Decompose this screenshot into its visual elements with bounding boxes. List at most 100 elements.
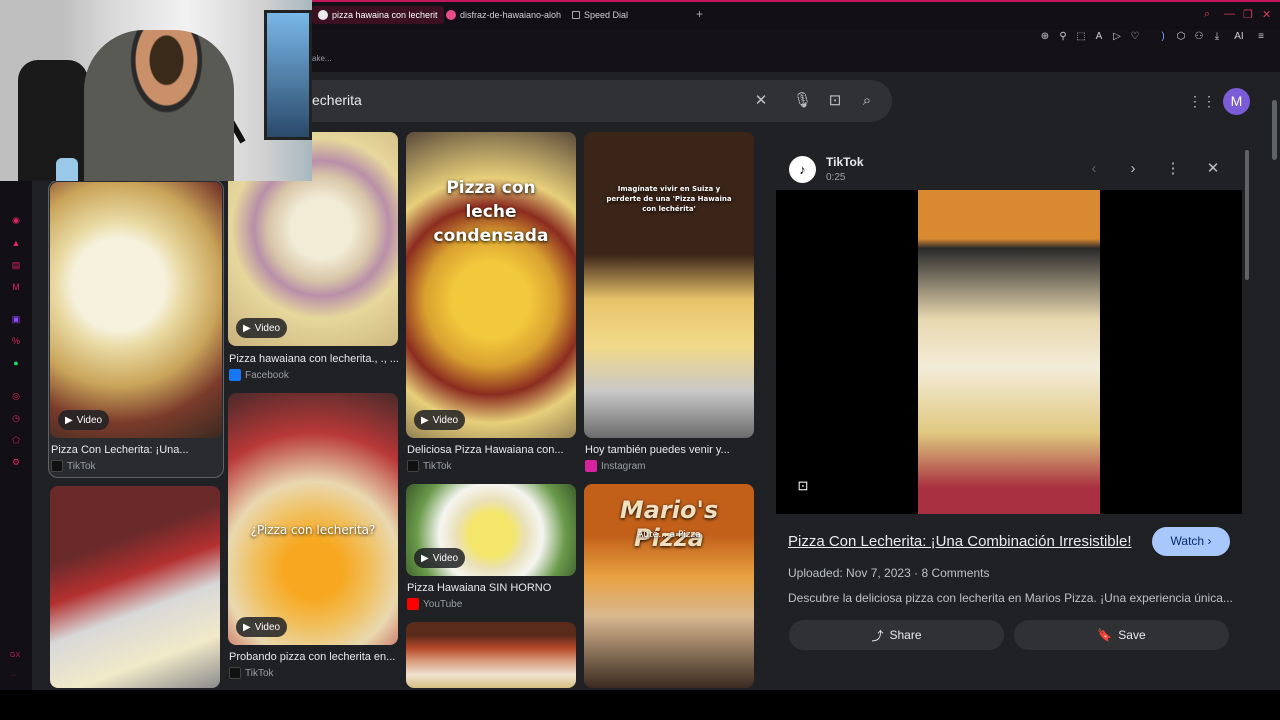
result-thumbnail-1[interactable]: ▶ Video — [50, 182, 222, 438]
preview-source[interactable]: TikTok — [826, 155, 864, 169]
result-thumbnail-6[interactable]: ▶ Video — [406, 484, 576, 576]
next-icon[interactable]: › — [1124, 160, 1142, 178]
new-tab-button[interactable]: + — [696, 8, 706, 20]
history-icon[interactable]: ◷ — [10, 412, 22, 424]
minimize-icon[interactable]: — — [1224, 8, 1235, 20]
play-icon: ▶ — [421, 414, 429, 426]
ai-icon[interactable]: AI — [1229, 31, 1249, 43]
tab-pizza-hawaina[interactable]: pizza hawaina con lecherit — [312, 6, 444, 24]
result-thumbnail-3[interactable]: Pizza con leche condensada ▶ Video — [406, 132, 576, 438]
watch-button[interactable]: Watch › — [1152, 527, 1230, 556]
preview-description: Descubre la deliciosa pizza con lecherit… — [788, 591, 1233, 605]
zoom-icon[interactable]: ⊕ — [1039, 31, 1051, 43]
instagram-icon — [585, 460, 597, 472]
lens-icon[interactable]: ⊡ — [826, 92, 844, 110]
result-source-5: TikTok — [229, 667, 274, 679]
tab-disfraz[interactable]: disfraz-de-hawaiano-aloh — [440, 6, 567, 24]
download-icon[interactable]: ⤓ — [1211, 31, 1223, 43]
play-icon[interactable]: ▷ — [1111, 31, 1123, 43]
chat-icon[interactable]: ▤ — [10, 259, 22, 271]
result-thumbnail-4[interactable]: Imagínate vivir en Suiza y perderte de u… — [584, 132, 754, 438]
result-title-5[interactable]: Probando pizza con lecherita en... — [229, 651, 399, 663]
share-button[interactable]: ⤴ Share — [789, 620, 1004, 650]
search-icon[interactable]: ⌕ — [858, 92, 876, 110]
avatar[interactable]: M — [1223, 88, 1250, 115]
twitch-icon[interactable]: ▣ — [10, 313, 22, 325]
close-icon[interactable]: ✕ — [1204, 160, 1222, 178]
previous-icon[interactable]: ‹ — [1085, 160, 1103, 178]
result-title-1[interactable]: Pizza Con Lecherita: ¡Una... — [51, 444, 221, 456]
audio-icon[interactable]: ) — [1157, 31, 1169, 43]
result-source-1: TikTok — [51, 460, 96, 472]
thumbnail-overlay-text: ¿Pizza con lecherita? — [250, 523, 376, 537]
streamer — [84, 30, 234, 181]
page-scrollbar-track — [1270, 72, 1280, 690]
google-favicon-icon — [318, 10, 328, 20]
result-title-2[interactable]: Pizza hawaiana con lecherita., ., ... — [229, 353, 399, 365]
aria-icon[interactable]: ▲ — [10, 237, 22, 249]
result-thumbnail-9[interactable]: Mario's Pizza Auté... a Pizza — [584, 484, 754, 688]
result-source-2: Facebook — [229, 369, 289, 381]
tab-speed-dial[interactable]: Speed Dial — [566, 6, 634, 24]
tiktok-icon — [407, 460, 419, 472]
tiktok-icon: ♪ — [789, 156, 816, 183]
clear-icon[interactable]: ✕ — [752, 92, 770, 110]
result-source-6: YouTube — [407, 598, 462, 610]
preview-meta: Uploaded: Nov 7, 2023 · 8 Comments — [788, 566, 990, 580]
thumbnail-overlay-text: Pizza con leche condensada — [433, 178, 549, 246]
bookmark-icon: 🔖 — [1097, 628, 1113, 642]
preview-video-frame[interactable] — [918, 190, 1100, 514]
tiktok-icon — [229, 667, 241, 679]
video-badge: ▶ Video — [414, 548, 466, 568]
apps-grid-icon[interactable]: ⋮⋮ — [1188, 93, 1216, 109]
result-source-3: TikTok — [407, 460, 452, 472]
result-title-4[interactable]: Hoy también puedes venir y... — [585, 444, 755, 456]
close-window-icon[interactable]: ✕ — [1262, 8, 1271, 21]
play-icon: ▶ — [243, 322, 251, 334]
settings-icon[interactable]: ⚙ — [10, 456, 22, 468]
search-tabs-icon[interactable]: ⌕ — [1204, 8, 1210, 21]
heart-icon[interactable]: ♡ — [1129, 31, 1141, 43]
result-thumbnail-8[interactable] — [406, 622, 576, 688]
monitor — [264, 10, 312, 140]
video-badge: ▶ Video — [236, 318, 288, 338]
upload-date: Uploaded: Nov 7, 2023 — [788, 566, 911, 580]
percent-icon[interactable]: % — [10, 335, 22, 347]
gx-label: GX — [10, 652, 21, 659]
page-scrollbar[interactable] — [1272, 100, 1277, 160]
mic-icon[interactable]: 🎙 — [793, 92, 812, 110]
youtube-icon — [407, 598, 419, 610]
mail-icon[interactable]: M — [10, 281, 22, 293]
sign-text: Mario's Pizza — [619, 496, 719, 552]
extensions-sidebar-icon[interactable]: ⬠ — [10, 434, 22, 446]
result-thumbnail-7[interactable] — [50, 486, 220, 688]
preview-title-link[interactable]: Pizza Con Lecherita: ¡Una Combinación Ir… — [788, 533, 1131, 550]
extensions-icon[interactable]: ⬡ — [1175, 31, 1187, 43]
more-options-icon[interactable]: ⋮ — [1164, 160, 1182, 178]
snapshot-icon[interactable]: ⬚ — [1075, 31, 1087, 43]
profile-icon[interactable]: ⚇ — [1193, 31, 1205, 43]
result-title-6[interactable]: Pizza Hawaiana SIN HORNO — [407, 582, 577, 594]
maximize-icon[interactable]: ❐ — [1243, 8, 1253, 21]
player-icon[interactable]: ◎ — [10, 390, 22, 402]
pin-icon[interactable]: ⚲ — [1057, 31, 1069, 43]
preview-scrollbar[interactable] — [1245, 150, 1249, 280]
result-thumbnail-5[interactable]: ¿Pizza con lecherita? ▶ Video — [228, 393, 398, 645]
bookmark-item[interactable]: ake... — [312, 54, 332, 63]
search-input[interactable]: echerita — [312, 92, 362, 108]
result-title-3[interactable]: Deliciosa Pizza Hawaiana con... — [407, 444, 577, 456]
thumbnail-overlay-text: Imagínate vivir en Suiza y perderte de u… — [606, 185, 732, 213]
result-source-4: Instagram — [585, 460, 645, 472]
whatsapp-icon[interactable]: ● — [10, 357, 22, 369]
opera-icon[interactable]: ◉ — [10, 214, 22, 226]
save-button[interactable]: 🔖 Save — [1014, 620, 1229, 650]
translate-icon[interactable]: A — [1093, 31, 1105, 43]
tab-label: Speed Dial — [584, 10, 629, 20]
comment-count[interactable]: 8 Comments — [921, 566, 989, 580]
menu-icon[interactable]: ≡ — [1255, 31, 1267, 43]
lens-search-icon[interactable]: ⊡ — [795, 478, 811, 494]
bottom-letterbox — [0, 690, 1280, 720]
more-icon[interactable]: ··· — [10, 672, 17, 679]
video-badge: ▶ Video — [414, 410, 466, 430]
play-icon: ▶ — [65, 414, 73, 426]
